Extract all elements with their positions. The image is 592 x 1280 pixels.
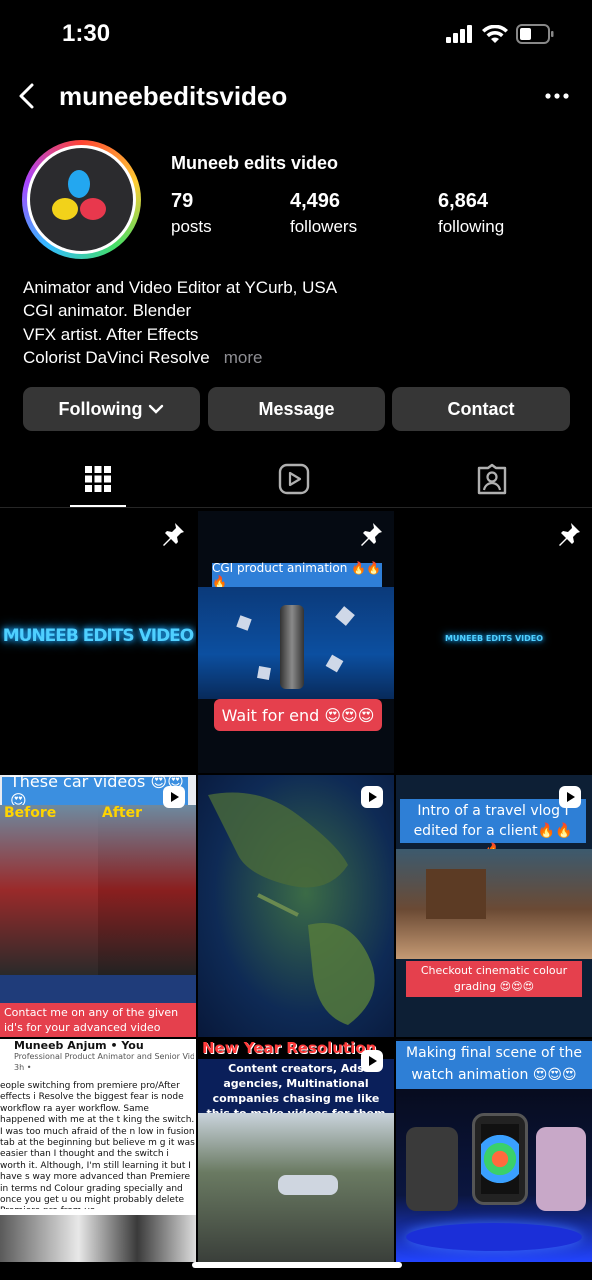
tagged-tab-icon[interactable] bbox=[475, 462, 509, 496]
home-indicator[interactable] bbox=[192, 1262, 402, 1268]
signal-icon bbox=[446, 25, 472, 43]
pin-icon bbox=[163, 523, 184, 546]
post-tile-1[interactable]: MUNEEB EDITS VIDEO bbox=[0, 511, 196, 773]
bottle-image bbox=[198, 587, 394, 699]
watch-image bbox=[472, 1113, 528, 1205]
post-tile-8[interactable]: New Year Resolution Content creators, Ad… bbox=[198, 1039, 394, 1262]
car-race-image bbox=[198, 1113, 394, 1262]
profile-header: muneebeditsvideo bbox=[0, 70, 592, 122]
bio: Animator and Video Editor at YCurb, USA … bbox=[23, 278, 338, 367]
back-arrow-icon[interactable] bbox=[14, 82, 40, 110]
post-tile-5[interactable] bbox=[198, 775, 394, 1037]
reel-icon bbox=[163, 786, 185, 808]
display-name: Muneeb edits video bbox=[171, 153, 339, 173]
avatar[interactable] bbox=[22, 140, 141, 259]
reel-icon bbox=[361, 786, 383, 808]
map-image bbox=[208, 792, 375, 1025]
post-tile-9[interactable]: Making final scene of the watch animatio… bbox=[396, 1039, 592, 1262]
more-options-icon[interactable] bbox=[544, 86, 570, 106]
profile-tabs bbox=[0, 450, 592, 508]
wifi-icon bbox=[482, 24, 508, 43]
reels-tab-icon[interactable] bbox=[277, 462, 311, 496]
chevron-down-icon bbox=[149, 404, 164, 414]
following-stat[interactable]: 6,864 following bbox=[438, 190, 504, 237]
cabin-image bbox=[396, 849, 592, 959]
status-bar: 1:30 bbox=[0, 0, 592, 66]
clock: 1:30 bbox=[62, 20, 111, 47]
grid-tab-icon[interactable] bbox=[81, 462, 115, 496]
username: muneebeditsvideo bbox=[59, 81, 288, 111]
followers-stat[interactable]: 4,496 followers bbox=[290, 190, 357, 237]
pin-icon bbox=[559, 523, 580, 546]
following-button[interactable]: Following bbox=[23, 387, 200, 431]
reel-icon bbox=[361, 1050, 383, 1072]
post-tile-6[interactable]: Intro of a travel vlog I edited for a cl… bbox=[396, 775, 592, 1037]
active-tab-indicator bbox=[70, 505, 126, 507]
pin-icon bbox=[361, 523, 382, 546]
post-tile-7[interactable]: Muneeb Anjum • You Professional Product … bbox=[0, 1039, 196, 1262]
posts-stat[interactable]: 79 posts bbox=[171, 190, 212, 237]
post-tile-2[interactable]: CGI product animation 🔥🔥🔥 Wait for end 😍… bbox=[198, 511, 394, 773]
battery-icon bbox=[516, 24, 554, 44]
post-tile-4[interactable]: These car videos 😍😍😍 Before After Contac… bbox=[0, 775, 196, 1037]
contact-button[interactable]: Contact bbox=[392, 387, 570, 431]
davinci-logo-icon bbox=[52, 170, 106, 220]
message-button[interactable]: Message bbox=[208, 387, 385, 431]
post-tile-3[interactable]: MUNEEB EDITS VIDEO bbox=[396, 511, 592, 773]
bio-more-link[interactable]: more bbox=[224, 348, 263, 367]
reel-icon bbox=[559, 786, 581, 808]
